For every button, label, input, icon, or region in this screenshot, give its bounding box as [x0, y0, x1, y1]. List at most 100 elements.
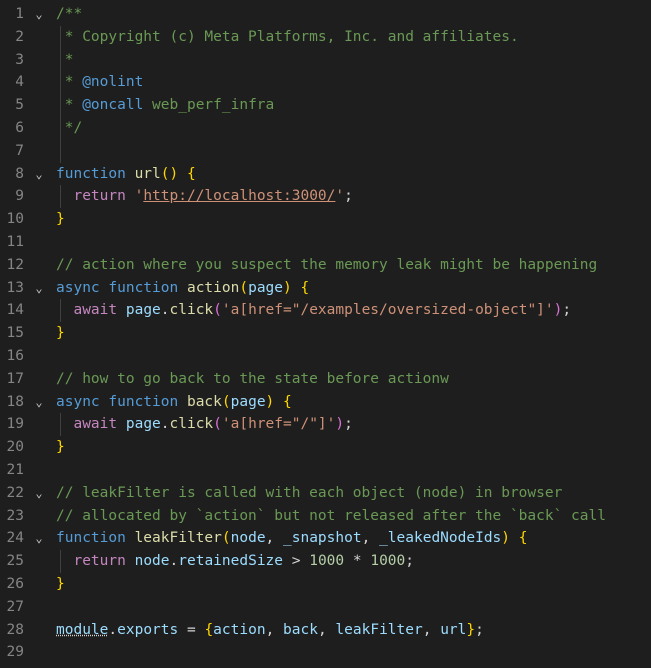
line-code: */ [56, 117, 82, 140]
line-code: async function action(page) { [56, 277, 309, 300]
code-line[interactable]: 18 ⌄ async function back(page) { [0, 391, 651, 414]
line-code: module.exports = {action, back, leakFilt… [56, 619, 484, 642]
code-line[interactable]: 29 [0, 641, 651, 664]
code-line[interactable]: 27 [0, 596, 651, 619]
line-number: 12 [6, 256, 24, 273]
code-token: back [186, 393, 222, 410]
line-number: 4 [15, 74, 24, 91]
code-token: . [160, 302, 170, 319]
line-code: // leakFilter is called with each object… [56, 482, 562, 505]
line-number: 10 [6, 211, 24, 228]
line-number: 14 [6, 302, 24, 319]
code-line[interactable]: 1 ⌄ /** [0, 3, 651, 26]
code-token: } [466, 621, 476, 638]
code-token: await [73, 416, 118, 433]
code-line[interactable]: 5 * @oncall web_perf_infra [0, 94, 651, 117]
code-token: ' [335, 188, 345, 205]
line-code: /** [56, 3, 82, 26]
code-line[interactable]: 10} [0, 208, 651, 231]
line-number: 7 [15, 142, 24, 159]
code-token: function [108, 279, 179, 296]
code-token: ' [125, 188, 144, 205]
code-token: { [186, 165, 196, 182]
code-line[interactable]: 11 [0, 231, 651, 254]
code-token: _snapshot [283, 530, 362, 547]
fold-chevron-icon[interactable]: ⌄ [32, 527, 46, 550]
code-line[interactable]: 19 await page.click('a[href="/"]'); [0, 413, 651, 436]
line-code: function url() { [56, 163, 196, 186]
code-token: // how to go back to the state before ac… [56, 370, 449, 387]
line-code: return node.retainedSize > 1000 * 1000; [56, 550, 414, 573]
code-line[interactable]: 23 // allocated by `action` but not relea… [0, 505, 651, 528]
code-line[interactable]: 22 ⌄ // leakFilter is called with each obj… [0, 482, 651, 505]
code-line[interactable]: 25 return node.retainedSize > 1000 * 100… [0, 550, 651, 573]
code-line[interactable]: 17 // how to go back to the state before … [0, 368, 651, 391]
code-token: } [56, 211, 65, 228]
fold-chevron-icon[interactable]: ⌄ [32, 3, 46, 26]
fold-chevron-icon[interactable]: ⌄ [32, 163, 46, 186]
line-code: await page.click('a[href="/"]'); [56, 413, 353, 436]
code-token: function [56, 165, 126, 182]
fold-chevron-icon[interactable]: ⌄ [32, 277, 46, 300]
code-token: @oncall [82, 97, 144, 114]
code-line[interactable]: 21 [0, 459, 651, 482]
line-code: // how to go back to the state before ac… [56, 368, 449, 391]
code-token: ( [213, 302, 222, 319]
code-token: ; [405, 553, 414, 570]
code-token: , [265, 621, 284, 638]
fold-chevron-icon[interactable]: ⌄ [32, 482, 46, 505]
code-line[interactable]: 16 [0, 345, 651, 368]
code-token: ( [221, 530, 231, 547]
code-token: . [169, 553, 179, 570]
code-line[interactable]: 28 module.exports = {action, back, leakFi… [0, 619, 651, 642]
line-code: * [56, 49, 74, 72]
code-token: function [56, 530, 126, 547]
code-token: async [56, 279, 100, 296]
line-number: 22 [6, 484, 24, 501]
code-line[interactable]: 7 [0, 140, 651, 163]
line-code: * @oncall web_perf_infra [56, 94, 275, 117]
code-line[interactable]: 15} [0, 322, 651, 345]
code-line[interactable]: 2 * Copyright (c) Meta Platforms, Inc. a… [0, 26, 651, 49]
code-line[interactable]: 24 ⌄ function leakFilter(node, _snapshot, … [0, 527, 651, 550]
code-token: node [230, 530, 266, 547]
line-number: 18 [6, 393, 24, 410]
line-number: 28 [6, 621, 24, 638]
line-code: * @nolint [56, 71, 144, 94]
code-token: module [56, 621, 109, 638]
fold-chevron-icon[interactable]: ⌄ [32, 391, 46, 414]
code-token: = [178, 621, 205, 638]
code-token: function [108, 393, 179, 410]
code-line[interactable]: 14 await page.click('a[href="/examples/o… [0, 299, 651, 322]
code-line[interactable]: 8 ⌄ function url() { [0, 163, 651, 186]
code-line[interactable]: 4 * @nolint [0, 71, 651, 94]
code-editor[interactable]: 1 ⌄ /** 2 * Copyright (c) Meta Platforms, I… [0, 0, 651, 668]
code-token: url [440, 621, 467, 638]
code-token: page [125, 416, 161, 433]
code-token: /** [56, 6, 83, 22]
code-line[interactable]: 3 * [0, 49, 651, 72]
line-number: 25 [6, 553, 24, 570]
code-line[interactable]: 6 */ [0, 117, 651, 140]
code-line[interactable]: 20} [0, 436, 651, 459]
code-token: * [56, 97, 83, 114]
code-line[interactable]: 26} [0, 573, 651, 596]
code-token: action [186, 279, 240, 296]
code-token: * [56, 51, 74, 68]
code-line[interactable]: 12 // action where you suspect the memory… [0, 254, 651, 277]
code-token: @nolint [82, 74, 144, 91]
code-token: return [73, 553, 126, 570]
code-line[interactable]: 9 return 'http://localhost:3000/'; [0, 185, 651, 208]
code-token: leakFilter [335, 621, 423, 638]
code-line[interactable]: 13 ⌄ async function action(page) { [0, 277, 651, 300]
code-token: ; [344, 416, 353, 433]
line-code: } [56, 322, 65, 345]
line-number: 8 [15, 165, 24, 182]
code-token: web_perf_infra [143, 97, 275, 114]
